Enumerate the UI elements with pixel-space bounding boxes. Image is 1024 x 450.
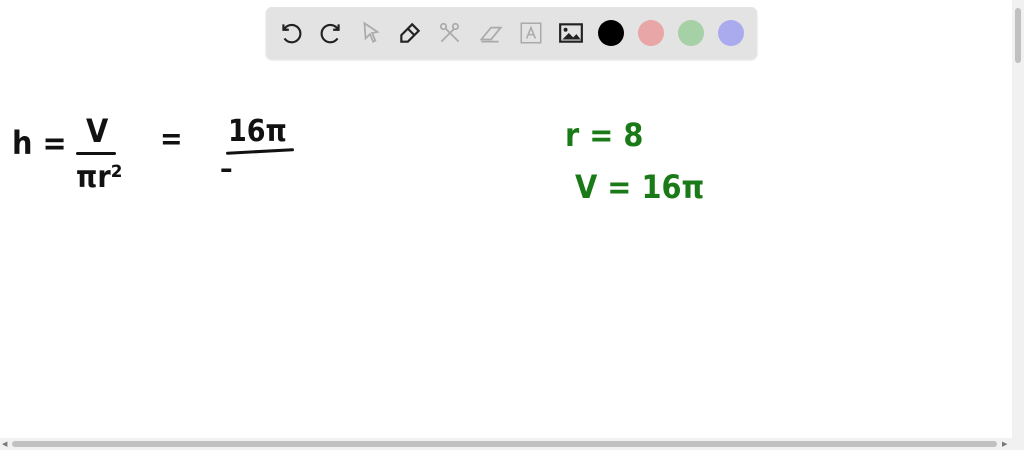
- formula-numerator: V: [86, 112, 109, 150]
- redo-icon: [320, 23, 340, 44]
- pen-icon: [400, 22, 421, 43]
- color-blue[interactable]: [718, 20, 744, 46]
- color-red[interactable]: [638, 20, 664, 46]
- image-tool[interactable]: [556, 18, 586, 48]
- pen-tool[interactable]: [395, 18, 425, 48]
- horizontal-scrollbar[interactable]: ◀ ▶: [0, 438, 1024, 450]
- formula-lhs: h =: [12, 124, 67, 162]
- select-tool[interactable]: [356, 18, 386, 48]
- redo-button[interactable]: [316, 18, 346, 48]
- image-icon: [559, 23, 583, 43]
- color-green[interactable]: [678, 20, 704, 46]
- fraction-bar: [76, 152, 116, 155]
- select-icon: [363, 21, 380, 43]
- text-icon: [520, 22, 542, 44]
- vertical-scrollbar[interactable]: [1012, 0, 1024, 438]
- color-black[interactable]: [598, 20, 624, 46]
- scroll-left-icon[interactable]: ◀: [2, 438, 7, 450]
- fraction-bar-2: [225, 148, 295, 155]
- formula-denominator-2: –: [220, 152, 233, 185]
- eraser-icon: [479, 26, 503, 43]
- tools-icon: [439, 22, 460, 43]
- undo-icon: [282, 23, 302, 44]
- given-radius: r = 8: [565, 116, 644, 154]
- tools-button[interactable]: [435, 18, 465, 48]
- vertical-scroll-thumb[interactable]: [1015, 8, 1021, 63]
- formula-denominator: πr²: [76, 160, 123, 195]
- formula-equals: =: [160, 122, 183, 157]
- drawing-toolbar: [266, 7, 757, 59]
- eraser-tool[interactable]: [476, 18, 506, 48]
- undo-button[interactable]: [276, 18, 306, 48]
- horizontal-scroll-thumb[interactable]: [12, 441, 997, 447]
- text-tool[interactable]: [516, 18, 546, 48]
- given-volume: V = 16π: [575, 168, 705, 206]
- formula-numerator-2: 16π: [228, 114, 287, 149]
- scroll-right-icon[interactable]: ▶: [1002, 438, 1007, 450]
